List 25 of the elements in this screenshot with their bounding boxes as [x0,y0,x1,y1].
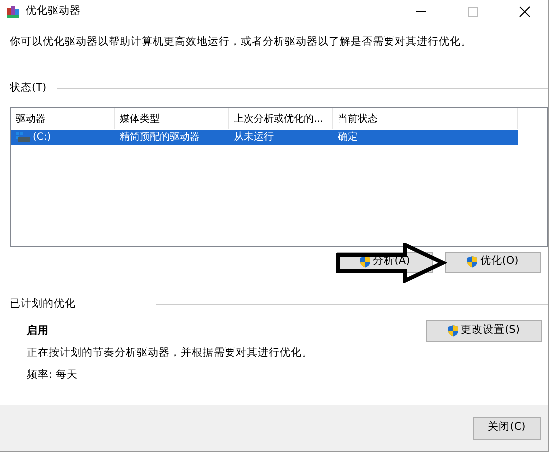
shield-icon [467,256,478,268]
shield-icon [448,325,460,338]
schedule-state: 启用 [27,324,50,340]
table-cell[interactable]: 确定 [333,130,518,144]
frequency-text: 频率: 每天 [27,368,79,383]
column-header[interactable]: 上次分析或优化的... [229,108,333,128]
change-settings-button[interactable]: 更改设置(S) [426,320,542,342]
table-cell[interactable]: 从未运行 [229,130,333,144]
table-cell[interactable]: (C:) [11,130,115,144]
close-button[interactable]: 关闭(C) [473,416,541,440]
maximize-icon [467,6,479,18]
section-label: 已计划的优化 [10,296,76,312]
description-text: 你可以优化驱动器以帮助计算机更高效地运行，或者分析驱动器以了解是否需要对其进行优化。 [9,35,473,50]
schedule-description: 正在按计划的节奏分析驱动器，并根据需要对其进行优化。 [27,346,313,361]
close-icon [519,6,531,18]
column-header[interactable]: 当前状态 [333,108,518,128]
app-icon [6,5,20,19]
shield-icon [360,256,371,268]
window-title: 优化驱动器 [26,4,81,20]
optimize-button[interactable]: 优化(O) [445,252,541,272]
column-header[interactable]: 驱动器 [11,108,115,128]
column-header[interactable]: 媒体类型 [115,108,229,128]
section-label: 状态(T) [10,80,47,96]
drive-icon [16,132,30,142]
table-cell[interactable]: 精简预配的驱动器 [115,130,229,144]
